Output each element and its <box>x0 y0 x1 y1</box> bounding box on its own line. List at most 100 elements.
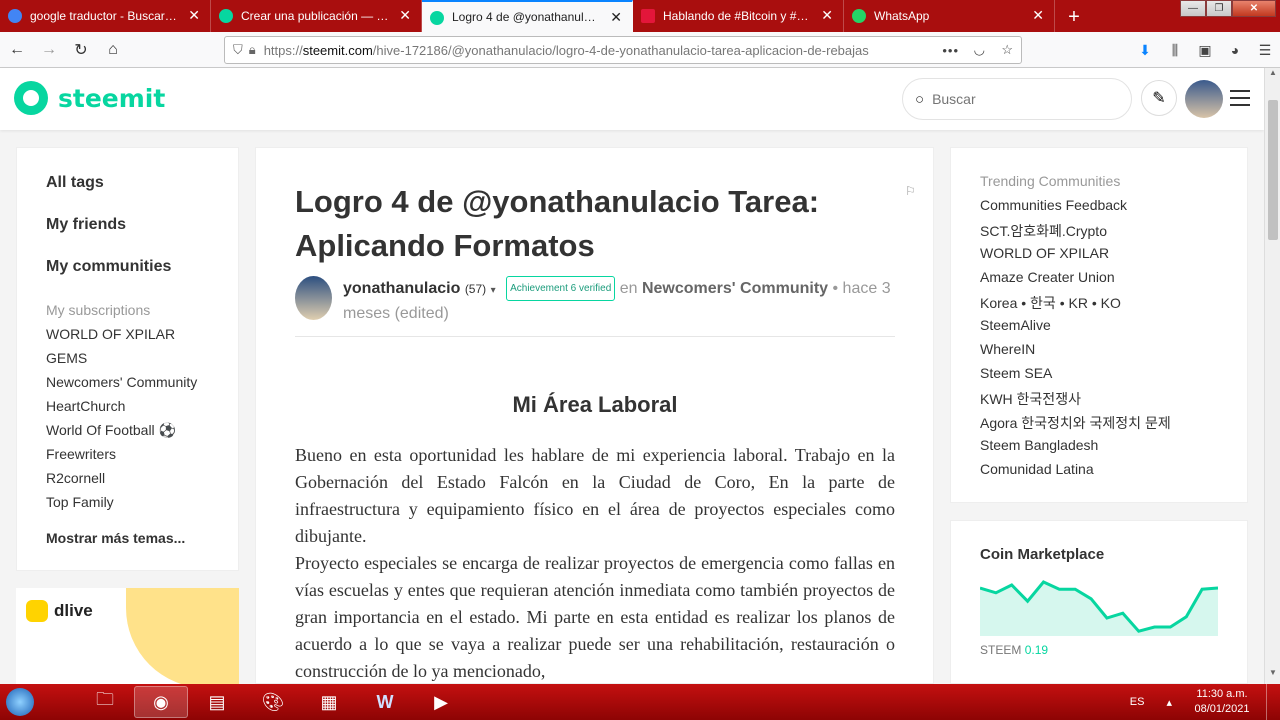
close-tab-icon[interactable]: ✕ <box>1032 8 1044 22</box>
coin-label: STEEM <box>980 643 1022 657</box>
page-actions-icon[interactable]: ••• <box>942 43 959 58</box>
paint-icon[interactable]: 🎨︎ <box>246 686 300 718</box>
media-player-icon[interactable]: ▶ <box>414 686 468 718</box>
scroll-up-icon[interactable]: ▲ <box>1265 68 1280 84</box>
nav-all-tags[interactable]: All tags <box>46 174 238 216</box>
subscriptions-heading: My subscriptions <box>46 302 151 318</box>
close-window-icon[interactable]: ✕ <box>1232 0 1276 17</box>
close-tab-icon[interactable]: ✕ <box>610 10 622 24</box>
page-scrollbar[interactable]: ▲ ▼ <box>1264 68 1280 684</box>
tab-label: WhatsApp <box>874 9 930 23</box>
url-bar[interactable]: ⛉ 🔒︎ https://steemit.com/hive-172186/@yo… <box>224 36 1022 64</box>
community-item[interactable]: WhereIN <box>980 341 1247 365</box>
steemit-logo[interactable]: steemit <box>14 81 165 115</box>
file-explorer-icon[interactable]: 🗀 <box>78 686 132 718</box>
tab-crear-publicacion[interactable]: Crear una publicación — Steemit ✕ <box>211 0 422 32</box>
community-item[interactable]: Steem Bangladesh <box>980 437 1247 461</box>
search-icon: ○ <box>915 90 925 108</box>
subscription-item[interactable]: Newcomers' Community <box>46 374 238 398</box>
search-box[interactable]: ○ <box>902 78 1132 120</box>
steemit-favicon-icon <box>430 11 444 25</box>
author-avatar[interactable] <box>295 276 332 320</box>
author-name[interactable]: yonathanulacio <box>343 280 460 297</box>
scroll-thumb[interactable] <box>1268 100 1278 240</box>
community-item[interactable]: SteemAlive <box>980 317 1247 341</box>
tab-logro-4[interactable]: Logro 4 de @yonathanulacio Tarea ✕ <box>422 0 633 32</box>
close-tab-icon[interactable]: ✕ <box>188 8 200 22</box>
new-tab-button[interactable]: + <box>1055 2 1093 32</box>
ad-graphic <box>126 588 239 684</box>
flag-icon[interactable]: ⚐ <box>905 184 916 198</box>
windows-logo-icon <box>6 688 34 716</box>
author-dropdown-icon[interactable]: ▾ <box>491 285 496 296</box>
community-item[interactable]: Comunidad Latina <box>980 461 1247 485</box>
firefox-icon[interactable]: ◉ <box>134 686 188 718</box>
tab-label: Logro 4 de @yonathanulacio Tarea <box>452 10 602 24</box>
clock[interactable]: 11:30 a.m. 08/01/2021 <box>1182 687 1262 717</box>
whatsapp-favicon-icon <box>852 9 866 23</box>
control-panel-icon[interactable]: ▦ <box>302 686 356 718</box>
coin-price: 0.19 <box>1024 643 1049 657</box>
community-item[interactable]: KWH 한국전쟁사 <box>980 389 1247 413</box>
subscription-item[interactable]: Freewriters <box>46 446 238 470</box>
subscription-item[interactable]: HeartChurch <box>46 398 238 422</box>
reload-icon[interactable]: ↻ <box>66 35 96 65</box>
url-path: /hive-172186/@yonathanulacio/logro-4-de-… <box>372 42 869 58</box>
subscription-item[interactable]: Top Family <box>46 494 238 518</box>
subscription-item[interactable]: R2cornell <box>46 470 238 494</box>
word-icon[interactable]: W <box>358 686 412 718</box>
bookmark-star-icon[interactable]: ☆ <box>1001 42 1013 58</box>
pocket-icon[interactable]: ◡ <box>974 42 985 58</box>
community-item[interactable]: Steem SEA <box>980 365 1247 389</box>
site-header: steemit ○ ✎ <box>0 68 1264 130</box>
community-item[interactable]: Korea • 한국 • KR • KO <box>980 293 1247 317</box>
close-tab-icon[interactable]: ✕ <box>821 8 833 22</box>
pencil-icon[interactable]: ✎ <box>1141 80 1177 116</box>
tray-arrow-icon[interactable]: ▴ <box>1166 696 1172 709</box>
nav-my-friends[interactable]: My friends <box>46 216 238 258</box>
sidebar-icon[interactable]: ▣ <box>1190 36 1220 64</box>
notes-icon[interactable]: ▤ <box>190 686 244 718</box>
tab-bitcoin[interactable]: Hablando de #Bitcoin y #Criptomonedas ✕ <box>633 0 844 32</box>
library-icon[interactable]: ⫼ <box>1160 36 1190 64</box>
close-tab-icon[interactable]: ✕ <box>399 8 411 22</box>
start-button[interactable] <box>0 684 40 720</box>
google-favicon-icon <box>8 9 22 23</box>
forward-icon[interactable]: → <box>34 35 64 65</box>
search-input[interactable] <box>932 91 1103 107</box>
coin-marketplace: Coin Marketplace STEEM 0.19 <box>950 520 1248 684</box>
community-item[interactable]: Amaze Creater Union <box>980 269 1247 293</box>
community-item[interactable]: Agora 한국정치와 국제정치 문제 <box>980 413 1247 437</box>
tab-whatsapp[interactable]: WhatsApp ✕ <box>844 0 1055 32</box>
nav-my-communities[interactable]: My communities <box>46 258 238 300</box>
community-link[interactable]: Newcomers' Community <box>642 280 828 297</box>
subscription-item[interactable]: WORLD OF XPILAR <box>46 326 238 350</box>
community-item[interactable]: WORLD OF XPILAR <box>980 245 1247 269</box>
maximize-icon[interactable]: ❐ <box>1206 0 1232 17</box>
post-article: Logro 4 de @yonathanulacio Tarea: Aplica… <box>255 147 934 684</box>
show-more-link[interactable]: Mostrar más temas... <box>46 530 238 546</box>
logo-text: steemit <box>58 83 166 113</box>
shield-icon[interactable]: ⛉ <box>233 42 243 58</box>
community-item[interactable]: SCT.암호화폐.Crypto <box>980 221 1247 245</box>
show-desktop-button[interactable] <box>1266 684 1280 720</box>
back-icon[interactable]: ← <box>2 35 32 65</box>
language-indicator[interactable]: ES <box>1130 696 1145 708</box>
tab-google-traductor[interactable]: google traductor - Buscar con Google ✕ <box>0 0 211 32</box>
home-icon[interactable]: ⌂ <box>98 35 128 65</box>
window-controls: — ❐ ✕ <box>1180 0 1276 17</box>
menu-icon[interactable]: ☰ <box>1250 36 1280 64</box>
avatar[interactable] <box>1185 80 1223 118</box>
subscription-item[interactable]: World Of Football ⚽ <box>46 422 238 446</box>
community-item[interactable]: Communities Feedback <box>980 197 1247 221</box>
hamburger-menu-icon[interactable] <box>1230 90 1250 111</box>
post-paragraph: Bueno en esta oportunidad les hablare de… <box>295 445 895 546</box>
account-icon[interactable]: ◕ <box>1220 36 1250 64</box>
download-icon[interactable]: ⬇ <box>1130 36 1160 64</box>
scroll-down-icon[interactable]: ▼ <box>1265 668 1280 684</box>
subscription-item[interactable]: GEMS <box>46 350 238 374</box>
dlive-ad-banner[interactable]: dlive <box>16 588 239 684</box>
minimize-icon[interactable]: — <box>1180 0 1206 17</box>
steem-price: STEEM 0.19 <box>980 643 1048 657</box>
lock-icon[interactable]: 🔒︎ <box>249 42 256 58</box>
